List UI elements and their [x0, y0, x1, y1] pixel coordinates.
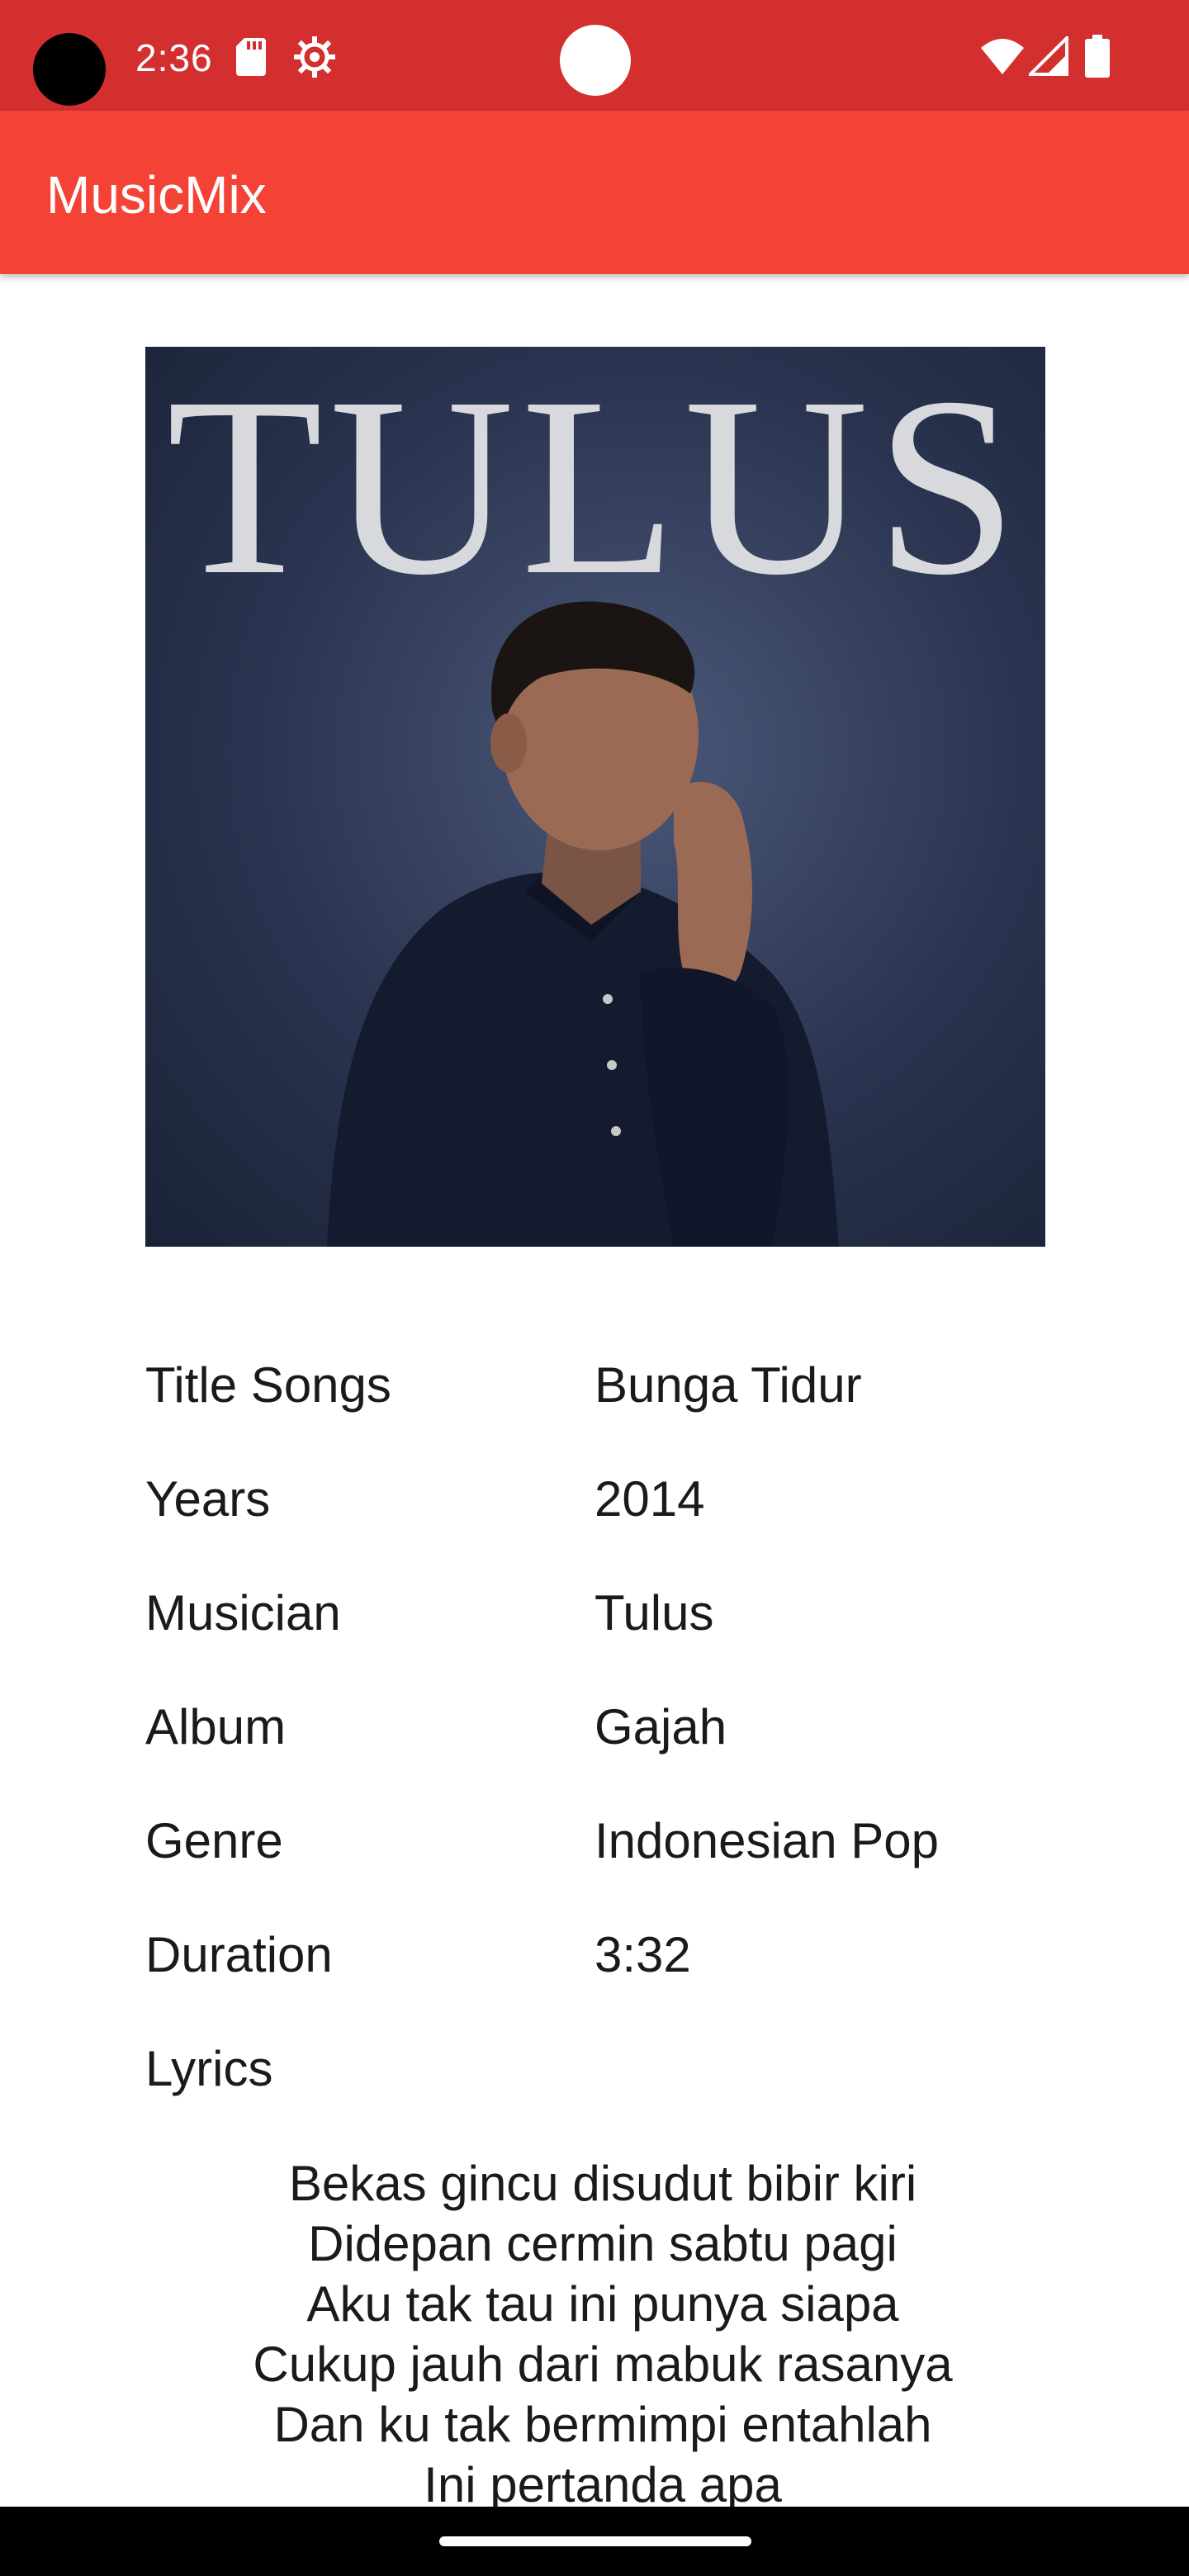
status-bar: 2:36: [0, 0, 1189, 111]
duration-label: Duration: [145, 1927, 333, 1982]
screen: 2:36 MusicMix TULUS Title Songs Bunga Ti…: [0, 0, 1189, 2576]
battery-icon: [1085, 35, 1110, 78]
front-camera: [560, 25, 631, 96]
lyrics-line: Dan ku tak bermimpi entahlah: [273, 2397, 932, 2452]
lyrics-label: Lyrics: [145, 2041, 273, 2096]
title-songs-value: Bunga Tidur: [594, 1357, 862, 1413]
home-gesture-handle[interactable]: [439, 2536, 751, 2546]
album-value: Gajah: [594, 1699, 727, 1754]
years-label: Years: [145, 1471, 271, 1527]
camera-cutout: [33, 33, 106, 106]
genre-value: Indonesian Pop: [594, 1813, 940, 1868]
status-time: 2:36: [135, 36, 213, 79]
lyrics-line: Bekas gincu disudut bibir kiri: [288, 2156, 917, 2211]
settings-icon: [294, 36, 335, 78]
navigation-bar: [0, 2507, 1189, 2576]
title-songs-label: Title Songs: [145, 1357, 391, 1413]
wifi-icon: [981, 39, 1024, 74]
sd-card-icon: [236, 38, 266, 76]
musician-label: Musician: [145, 1585, 341, 1641]
duration-value: 3:32: [594, 1927, 691, 1982]
app-title: MusicMix: [46, 165, 267, 225]
lyrics-line: Aku tak tau ini punya siapa: [306, 2276, 899, 2332]
album-label: Album: [145, 1699, 287, 1754]
app-bar: MusicMix: [0, 111, 1189, 274]
lyrics-text: Bekas gincu disudut bibir kiri Didepan c…: [145, 2153, 1060, 2515]
genre-label: Genre: [145, 1813, 283, 1868]
lyrics-line: Cukup jauh dari mabuk rasanya: [253, 2337, 953, 2392]
signal-icon: [1029, 36, 1068, 76]
musician-value: Tulus: [594, 1585, 714, 1641]
lyrics-line: Didepan cermin sabtu pagi: [308, 2216, 898, 2271]
album-cover-image: TULUS: [145, 347, 1045, 1247]
artist-photo: [327, 601, 839, 1247]
years-value: 2014: [594, 1471, 705, 1527]
